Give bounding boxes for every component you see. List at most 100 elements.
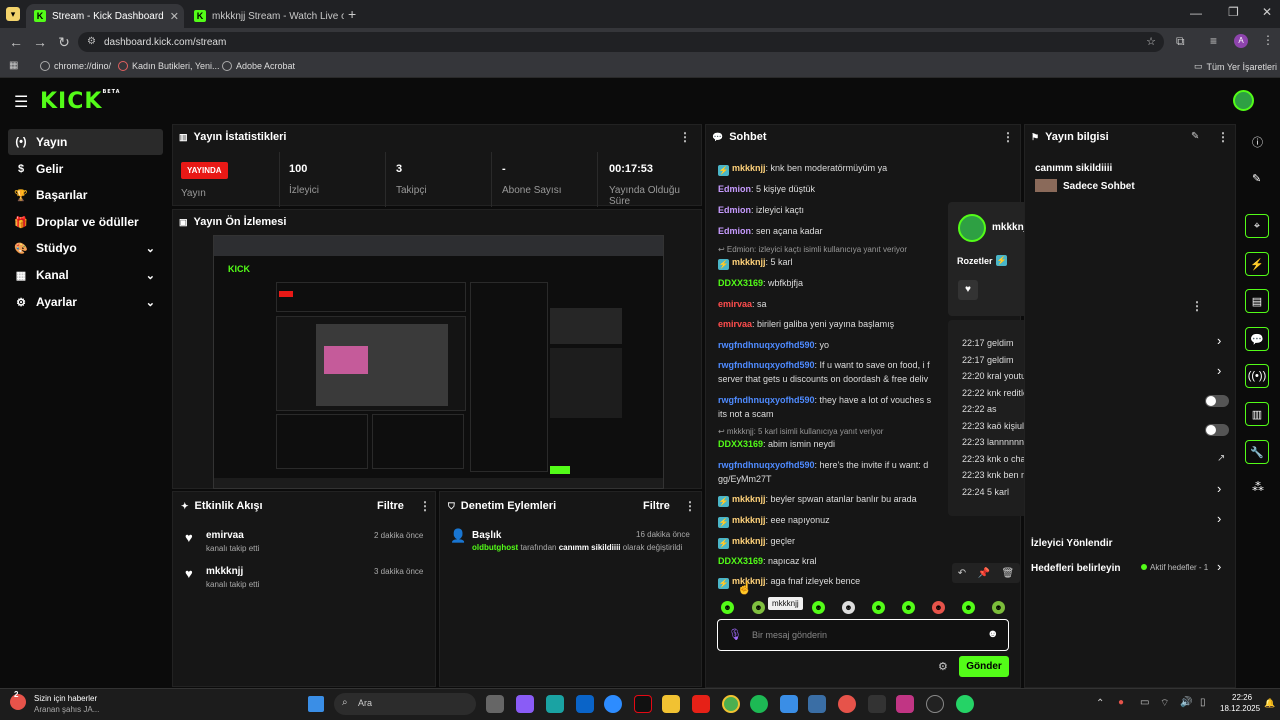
- chat-username[interactable]: mkkknjj: [732, 536, 766, 546]
- sidebar-item-kanal[interactable]: ▦ Kanal ⌄: [8, 262, 163, 288]
- bookmark-kadin-butikleri[interactable]: Kadın Butikleri, Yeni...: [118, 61, 220, 71]
- emote-icon[interactable]: ☻: [752, 601, 765, 614]
- follow-heart-button[interactable]: ♥: [958, 280, 978, 300]
- rail-document-button[interactable]: ▤: [1245, 289, 1269, 313]
- chat-username[interactable]: emirvaa: [718, 319, 752, 329]
- emote-icon[interactable]: ☻: [842, 601, 855, 614]
- browser-menu-icon[interactable]: ⋮: [1262, 33, 1274, 47]
- close-tab-icon[interactable]: ✕: [170, 10, 179, 23]
- rail-bubbles-icon[interactable]: ⁂: [1252, 480, 1264, 494]
- more-options-icon[interactable]: ⋮: [1217, 130, 1229, 144]
- sidebar-item-ayarlar[interactable]: ⚙ Ayarlar ⌄: [8, 289, 163, 315]
- extensions-icon[interactable]: ⧉: [1176, 34, 1185, 49]
- pencil-icon[interactable]: ✎: [1252, 172, 1261, 185]
- clock-date[interactable]: 18.12.2025: [1220, 704, 1260, 713]
- chat-username[interactable]: rwgfndhnuqxyofhd590: [718, 360, 815, 370]
- more-options-icon[interactable]: ⋮: [679, 130, 691, 144]
- delete-icon[interactable]: 🗑: [1002, 568, 1015, 579]
- taskbar-search[interactable]: ⌕ Ara: [334, 693, 476, 715]
- chat-username[interactable]: mkkknjj: [732, 257, 766, 267]
- bookmark-adobe-acrobat[interactable]: Adobe Acrobat: [222, 61, 295, 71]
- rail-bolt-button[interactable]: ⚡: [1245, 252, 1269, 276]
- emoji-icon[interactable]: ☻: [987, 628, 999, 640]
- chevron-right-icon[interactable]: ›: [1217, 333, 1221, 348]
- clock-time[interactable]: 22:26: [1232, 693, 1252, 702]
- obs-app-icon[interactable]: [926, 695, 944, 713]
- notification-bell-icon[interactable]: 🔔: [1264, 698, 1275, 709]
- toggle-switch[interactable]: [1205, 395, 1229, 407]
- chevron-right-icon[interactable]: ›: [1217, 363, 1221, 378]
- youtube-app-icon[interactable]: [692, 695, 710, 713]
- rail-chat-button[interactable]: 💬: [1245, 327, 1269, 351]
- emote-icon[interactable]: ☻: [721, 601, 734, 614]
- chat-username[interactable]: Edmion: [718, 184, 751, 194]
- stream-preview-video[interactable]: KICK: [213, 235, 664, 489]
- raid-label[interactable]: İzleyici Yönlendir: [1031, 538, 1113, 549]
- chat-input-box[interactable]: 🎙 Bir mesaj gönderin ☻: [717, 619, 1009, 651]
- address-bar[interactable]: ⚙ dashboard.kick.com/stream ☆: [78, 32, 1164, 52]
- rail-server-button[interactable]: ▥: [1245, 402, 1269, 426]
- send-button[interactable]: Gönder: [959, 656, 1009, 677]
- bookmark-dino[interactable]: chrome://dino/: [40, 61, 111, 71]
- emote-icon[interactable]: ☻: [962, 601, 975, 614]
- chevron-right-icon[interactable]: ›: [1217, 511, 1221, 526]
- start-button[interactable]: [308, 696, 324, 712]
- rail-broadcast-button[interactable]: ((•)): [1245, 364, 1269, 388]
- chrome-app-icon[interactable]: [722, 695, 740, 713]
- hamburger-menu-icon[interactable]: ☰: [14, 92, 28, 112]
- battery-icon[interactable]: ▯: [1200, 697, 1206, 708]
- chat-settings-icon[interactable]: ⚙: [938, 660, 948, 673]
- back-icon[interactable]: ←: [4, 34, 28, 50]
- emote-icon[interactable]: ☻: [872, 601, 885, 614]
- outlook-app-icon[interactable]: [576, 695, 594, 713]
- goals-label[interactable]: Hedefleri belirleyin: [1031, 563, 1120, 574]
- sidebar-item-studyo[interactable]: 🎨 Stüdyo ⌄: [8, 235, 163, 261]
- spotify-app-icon[interactable]: [750, 695, 768, 713]
- wifi-icon[interactable]: ⌔: [1160, 697, 1169, 710]
- volume-icon[interactable]: 🔊: [1180, 697, 1192, 708]
- instagram-app-icon[interactable]: [896, 695, 914, 713]
- chat-username[interactable]: DDXX3169: [718, 556, 763, 566]
- apps-grid-icon[interactable]: ▦: [9, 60, 18, 71]
- new-tab-button[interactable]: +: [348, 6, 356, 22]
- chat-username[interactable]: Edmion: [718, 205, 751, 215]
- tab-kick-watch[interactable]: K mkkknjj Stream - Watch Live on ✕: [186, 4, 344, 28]
- zoom-app-icon[interactable]: [604, 695, 622, 713]
- store-app-icon[interactable]: [808, 695, 826, 713]
- chat-username[interactable]: rwgfndhnuqxyofhd590: [718, 395, 815, 405]
- more-options-icon[interactable]: ⋮: [1002, 130, 1014, 144]
- rail-target-button[interactable]: ⌖: [1245, 214, 1269, 238]
- kick-logo[interactable]: KICKBETA: [40, 89, 121, 114]
- sidebar-item-basarilar[interactable]: 🏆 Başarılar: [8, 182, 163, 208]
- tray-chevron-icon[interactable]: ⌃: [1096, 698, 1104, 709]
- edge-app-icon[interactable]: [546, 695, 564, 713]
- microphone-icon[interactable]: 🎙: [728, 628, 742, 641]
- terminal-app-icon[interactable]: [868, 695, 886, 713]
- pin-icon[interactable]: 📌: [978, 568, 990, 579]
- edit-icon[interactable]: ✎: [1191, 131, 1199, 142]
- user-avatar[interactable]: [1233, 90, 1254, 111]
- external-link-icon[interactable]: ↗: [1217, 453, 1225, 464]
- emote-icon[interactable]: ☻: [992, 601, 1005, 614]
- chat-username[interactable]: mkkknjj: [732, 494, 766, 504]
- netflix-app-icon[interactable]: [634, 695, 652, 713]
- tab-search-icon[interactable]: ≡: [1210, 34, 1217, 48]
- sidebar-item-yayin[interactable]: (•) Yayın: [8, 129, 163, 155]
- tab-kick-dashboard[interactable]: K Stream - Kick Dashboard ✕: [26, 4, 184, 28]
- tab-menu-icon[interactable]: ▾: [6, 7, 20, 21]
- tray-chat-icon[interactable]: ▭: [1140, 697, 1149, 708]
- reload-icon[interactable]: ↻: [52, 34, 76, 51]
- tray-app-icon[interactable]: ●: [1118, 697, 1124, 708]
- close-window-icon[interactable]: ✕: [1262, 5, 1272, 19]
- office-app-icon[interactable]: [838, 695, 856, 713]
- chat-username[interactable]: Edmion: [718, 226, 751, 236]
- bookmark-star-icon[interactable]: ☆: [1146, 35, 1156, 48]
- emote-icon[interactable]: ☻: [932, 601, 945, 614]
- chat-username[interactable]: DDXX3169: [718, 439, 763, 449]
- whatsapp-app-icon[interactable]: [956, 695, 974, 713]
- copilot-app-icon[interactable]: [516, 695, 534, 713]
- emote-icon[interactable]: ☻: [812, 601, 825, 614]
- chat-username[interactable]: rwgfndhnuqxyofhd590: [718, 460, 815, 470]
- sidebar-item-gelir[interactable]: $ Gelir: [8, 156, 163, 182]
- rail-wrench-button[interactable]: 🔧: [1245, 440, 1269, 464]
